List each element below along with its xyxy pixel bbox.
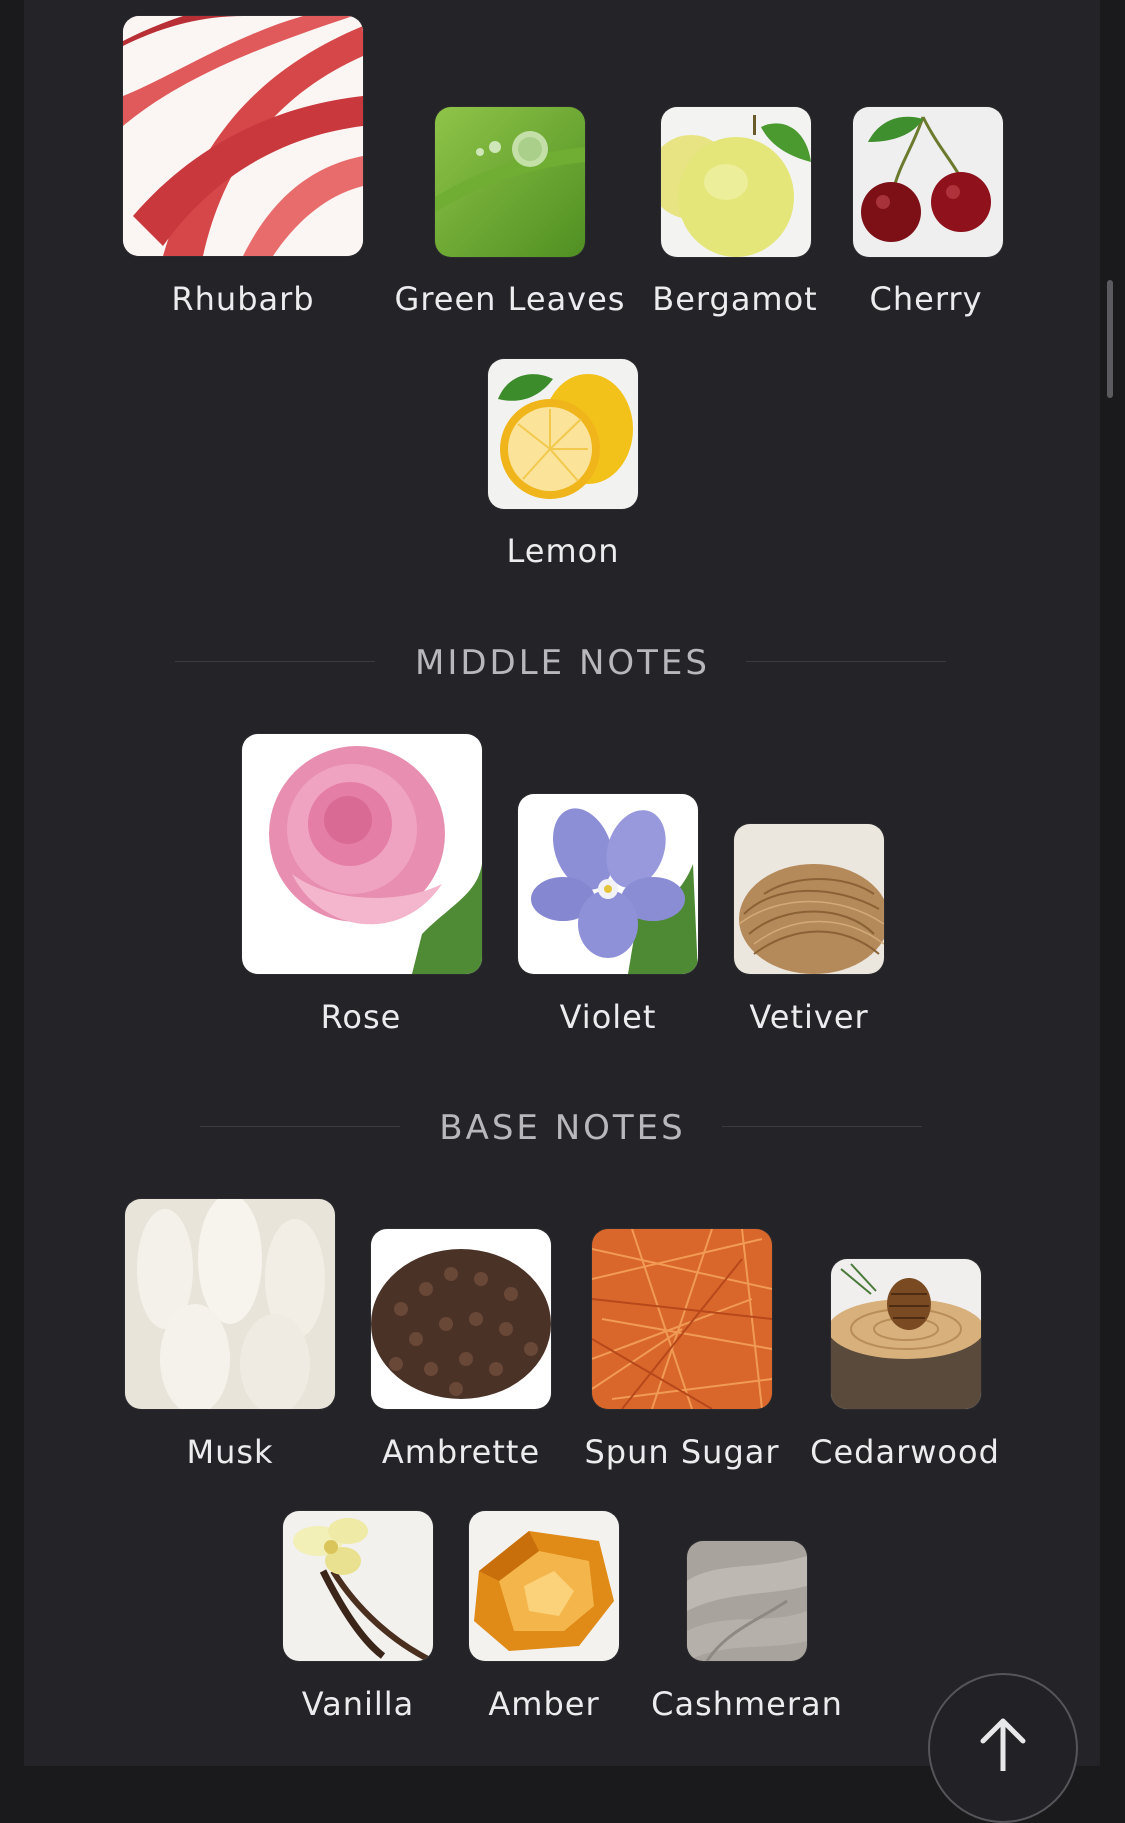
note-label-cherry: Cherry bbox=[869, 280, 983, 318]
ambrette-image[interactable] bbox=[371, 1229, 551, 1409]
rhubarb-image[interactable] bbox=[123, 16, 363, 256]
arrow-up-icon bbox=[980, 1718, 1026, 1771]
vetiver-image[interactable] bbox=[734, 824, 884, 974]
note-label-spun-sugar: Spun Sugar bbox=[584, 1433, 780, 1471]
vanilla-image[interactable] bbox=[283, 1511, 433, 1661]
musk-image[interactable] bbox=[125, 1199, 335, 1409]
lemon-image[interactable] bbox=[488, 359, 638, 509]
rose-image[interactable] bbox=[242, 734, 482, 974]
violet-image[interactable] bbox=[518, 794, 698, 974]
green-leaves-image[interactable] bbox=[435, 107, 585, 257]
cedarwood-image[interactable] bbox=[831, 1259, 981, 1409]
note-label-rhubarb: Rhubarb bbox=[171, 280, 315, 318]
bergamot-image[interactable] bbox=[661, 107, 811, 257]
note-label-musk: Musk bbox=[186, 1433, 274, 1471]
spun-sugar-image[interactable] bbox=[592, 1229, 772, 1409]
cashmeran-image[interactable] bbox=[687, 1541, 807, 1661]
cherry-image[interactable] bbox=[853, 107, 1003, 257]
note-label-cedarwood: Cedarwood bbox=[810, 1433, 1000, 1471]
note-label-lemon: Lemon bbox=[506, 532, 620, 570]
amber-image[interactable] bbox=[469, 1511, 619, 1661]
section-title-base-notes: BASE NOTES bbox=[439, 1108, 686, 1148]
note-label-rose: Rose bbox=[320, 998, 402, 1036]
scrollbar[interactable] bbox=[1107, 280, 1113, 398]
note-label-green-leaves: Green Leaves bbox=[394, 280, 626, 318]
scroll-to-top-button[interactable] bbox=[928, 1673, 1078, 1823]
note-label-cashmeran: Cashmeran bbox=[651, 1685, 843, 1723]
note-label-vetiver: Vetiver bbox=[749, 998, 869, 1036]
section-title-middle-notes: MIDDLE NOTES bbox=[415, 643, 710, 683]
